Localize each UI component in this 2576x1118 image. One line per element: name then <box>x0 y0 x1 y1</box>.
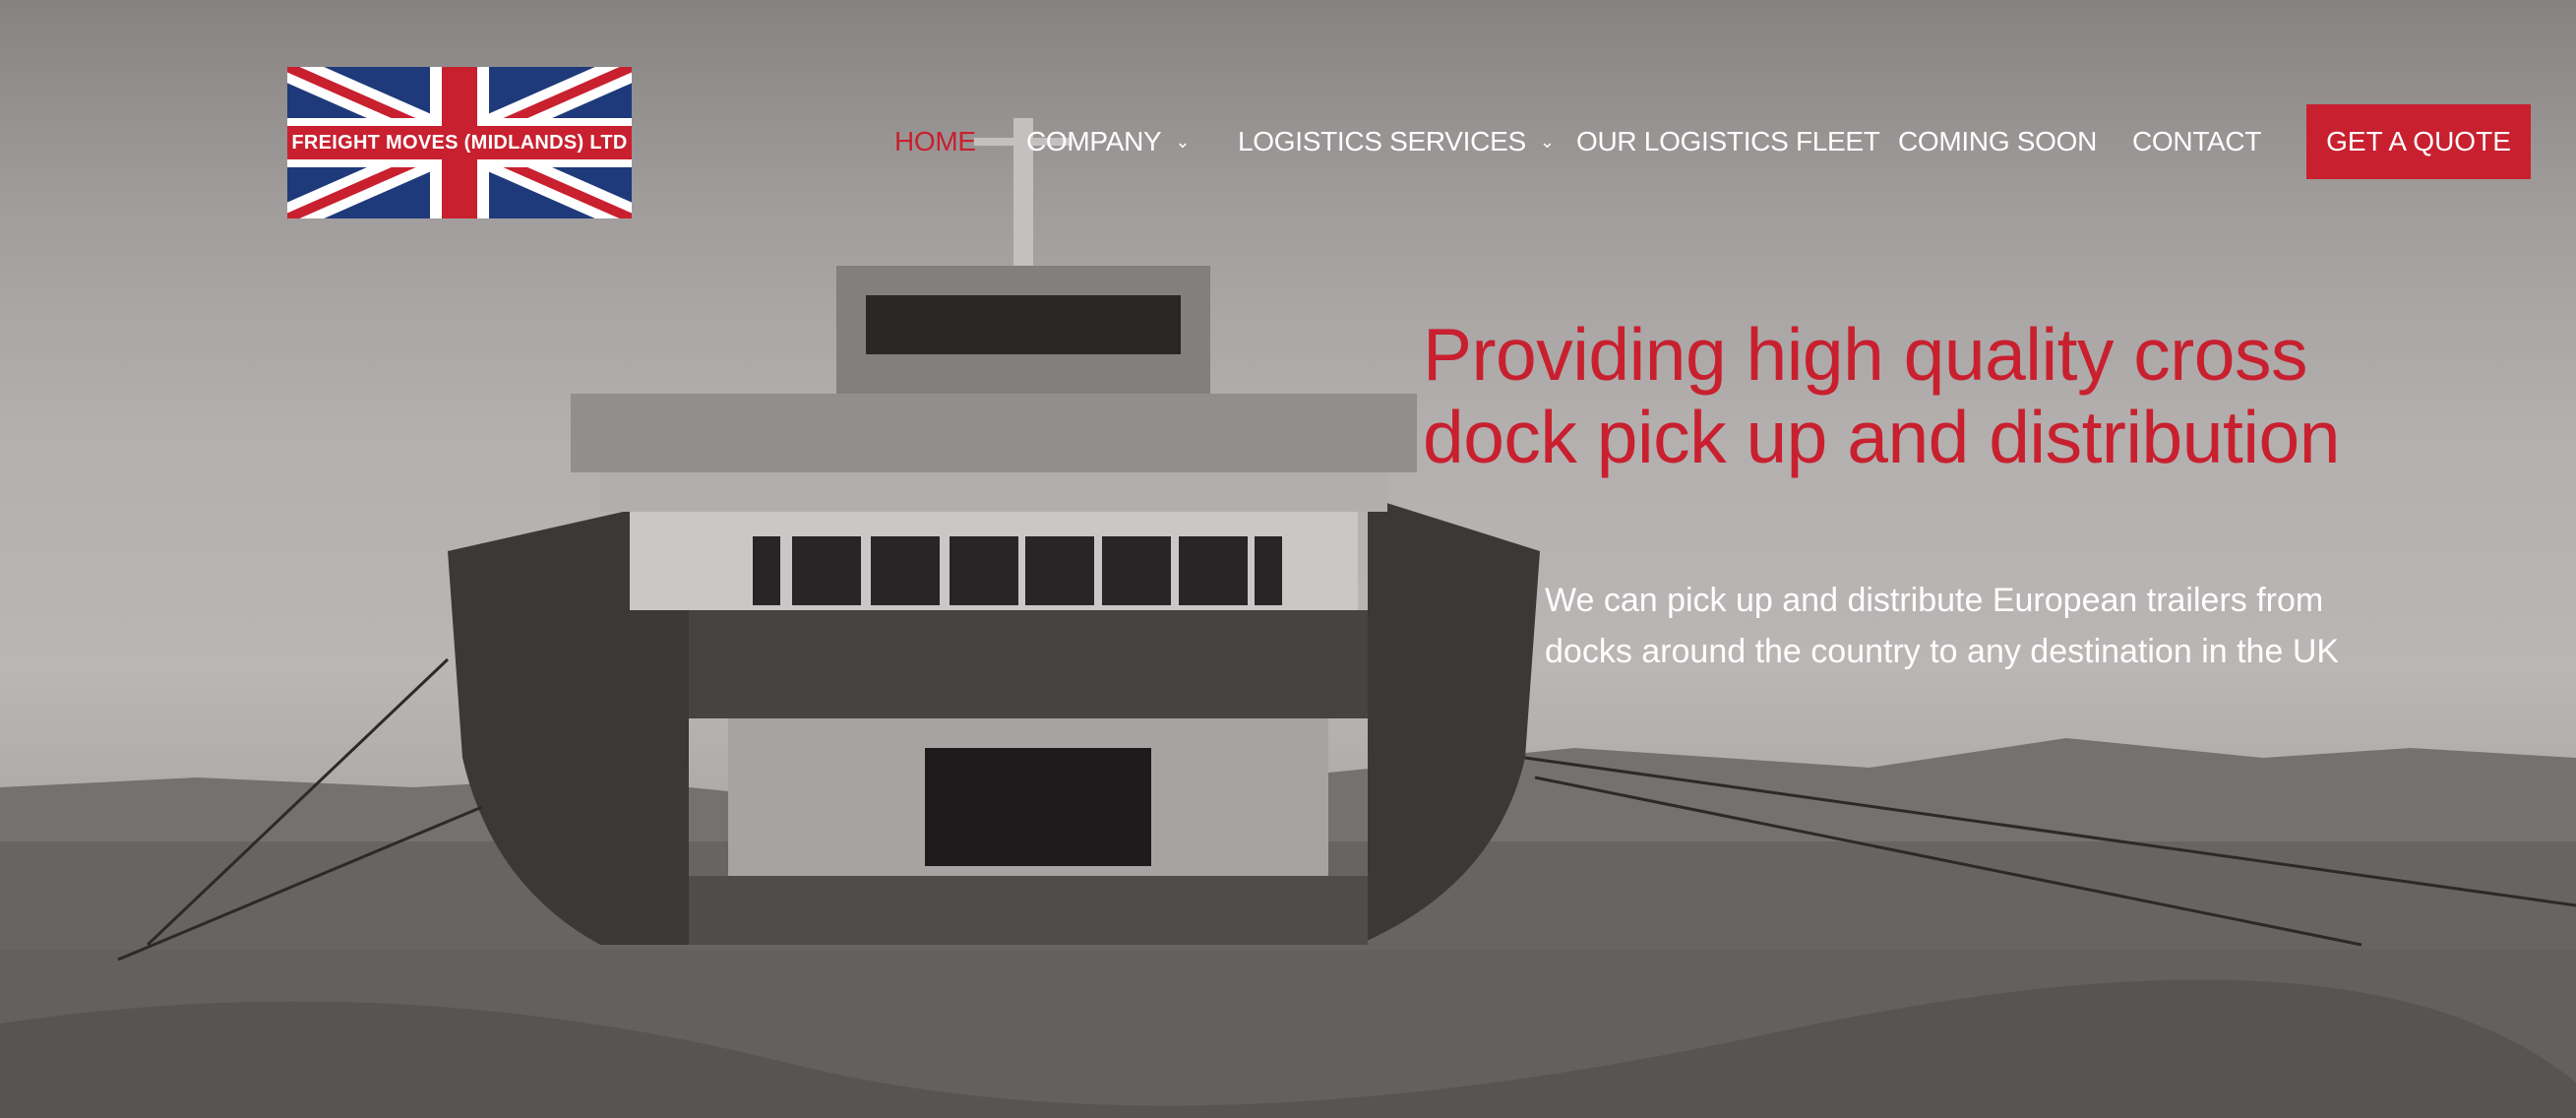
nav-item-label: OUR LOGISTICS FLEET <box>1576 126 1880 156</box>
hero-subtext: We can pick up and distribute European t… <box>1545 582 2340 670</box>
nav-item-home[interactable]: HOME <box>894 104 976 179</box>
nav-item-coming-soon[interactable]: COMING SOON <box>1898 104 2097 179</box>
nav-item-our-logistics-fleet[interactable]: OUR LOGISTICS FLEET <box>1576 104 1880 179</box>
nav-item-company[interactable]: COMPANY ⌄ <box>1026 104 1190 179</box>
nav-item-label: COMPANY <box>1026 126 1162 156</box>
nav-item-contact[interactable]: CONTACT <box>2132 104 2261 179</box>
hero-headline: Providing high quality cross dock pick u… <box>1423 313 2340 478</box>
nav-item-label: HOME <box>894 126 976 156</box>
main-navigation: HOME COMPANY ⌄ LOGISTICS SERVICES ⌄ OUR LO… <box>0 104 2576 179</box>
nav-item-label: CONTACT <box>2132 126 2262 156</box>
chevron-down-icon: ⌄ <box>1175 131 1191 152</box>
hero-section: FREIGHT MOVES (MIDLANDS) LTD HOME COMPAN… <box>0 0 2576 1118</box>
chevron-down-icon: ⌄ <box>1539 131 1555 152</box>
nav-item-label: COMING SOON <box>1898 126 2098 156</box>
nav-item-label: LOGISTICS SERVICES <box>1238 126 1526 156</box>
get-a-quote-button[interactable]: GET A QUOTE <box>2306 104 2531 179</box>
nav-item-logistics-services[interactable]: LOGISTICS SERVICES ⌄ <box>1238 104 1555 179</box>
